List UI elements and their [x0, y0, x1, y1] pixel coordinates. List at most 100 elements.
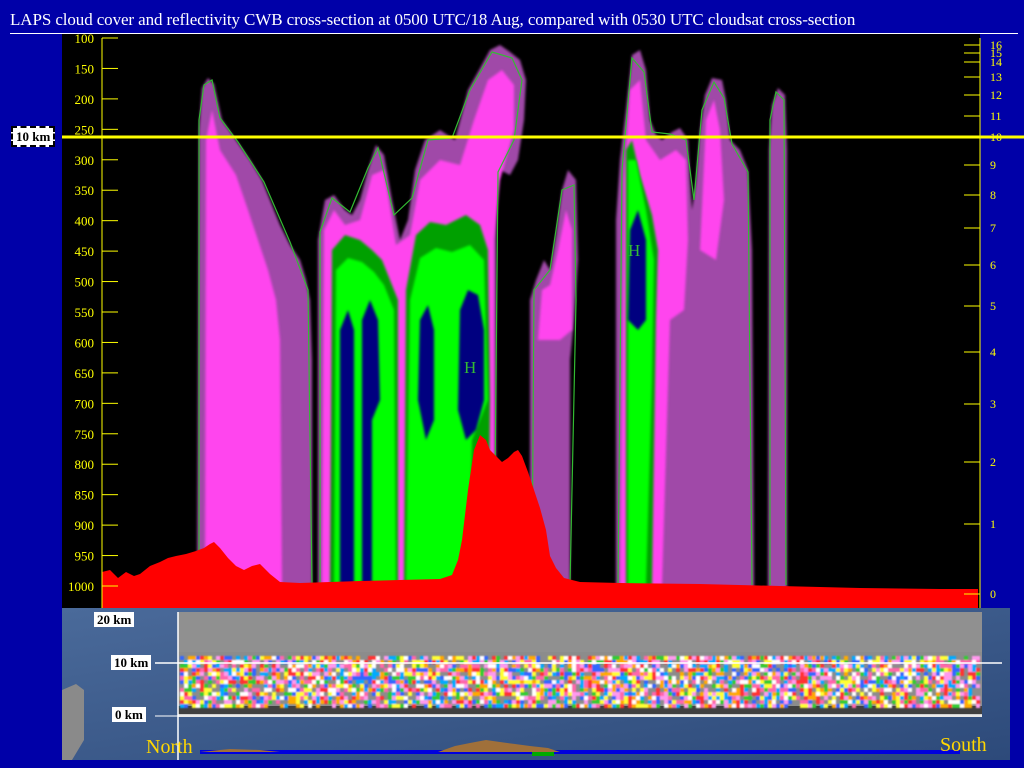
radar-echo-cell [344, 704, 348, 708]
radar-echo-cell [572, 704, 576, 708]
radar-echo-cell [228, 704, 232, 708]
radar-echo-cell [520, 696, 524, 700]
radar-echo-cell [396, 680, 400, 684]
radar-echo-cell [792, 672, 796, 676]
radar-echo-cell [552, 668, 556, 672]
radar-echo-cell [188, 664, 192, 668]
radar-echo-cell [840, 704, 844, 708]
radar-echo-cell [828, 672, 832, 676]
radar-echo-cell [552, 672, 556, 676]
radar-echo-cell [888, 680, 892, 684]
radar-echo-cell [508, 700, 512, 704]
radar-echo-cell [740, 688, 744, 692]
radar-echo-cell [472, 668, 476, 672]
radar-echo-cell [336, 684, 340, 688]
radar-echo-cell [676, 704, 680, 708]
radar-echo-cell [844, 680, 848, 684]
radar-echo-cell [880, 680, 884, 684]
radar-echo-cell [644, 680, 648, 684]
radar-echo-cell [732, 696, 736, 700]
radar-echo-cell [592, 688, 596, 692]
radar-echo-cell [572, 684, 576, 688]
radar-echo-cell [972, 700, 976, 704]
radar-echo-cell [488, 668, 492, 672]
radar-echo-cell [740, 692, 744, 696]
radar-echo-cell [180, 688, 184, 692]
radar-echo-cell [444, 668, 448, 672]
radar-echo-cell [608, 692, 612, 696]
radar-echo-cell [800, 680, 804, 684]
radar-echo-cell [360, 696, 364, 700]
radar-echo-cell [488, 696, 492, 700]
radar-echo-cell [472, 676, 476, 680]
radar-echo-cell [428, 680, 432, 684]
radar-echo-cell [580, 680, 584, 684]
radar-echo-cell [860, 692, 864, 696]
radar-echo-cell [972, 676, 976, 680]
radar-echo-cell [936, 680, 940, 684]
radar-echo-cell [552, 692, 556, 696]
radar-echo-cell [460, 704, 464, 708]
radar-echo-cell [716, 676, 720, 680]
radar-echo-cell [504, 672, 508, 676]
radar-echo-cell [628, 704, 632, 708]
radar-echo-cell [672, 656, 676, 660]
radar-echo-cell [416, 668, 420, 672]
radar-echo-cell [804, 672, 808, 676]
radar-echo-cell [616, 688, 620, 692]
radar-echo-cell [904, 684, 908, 688]
radar-echo-cell [192, 696, 196, 700]
radar-echo-cell [280, 704, 284, 708]
radar-echo-cell [492, 692, 496, 696]
radar-echo-cell [180, 680, 184, 684]
radar-echo-cell [700, 704, 704, 708]
radar-echo-cell [704, 668, 708, 672]
radar-echo-cell [484, 696, 488, 700]
radar-echo-cell [728, 704, 732, 708]
radar-echo-cell [580, 688, 584, 692]
radar-echo-cell [924, 672, 928, 676]
radar-echo-cell [816, 656, 820, 660]
radar-echo-cell [660, 656, 664, 660]
radar-echo-cell [800, 692, 804, 696]
radar-echo-cell [952, 704, 956, 708]
radar-echo-cell [800, 656, 804, 660]
radar-echo-cell [860, 700, 864, 704]
radar-echo-cell [572, 692, 576, 696]
radar-echo-cell [308, 692, 312, 696]
radar-echo-cell [508, 680, 512, 684]
radar-echo-cell [688, 700, 692, 704]
radar-echo-cell [284, 668, 288, 672]
radar-echo-cell [284, 676, 288, 680]
radar-echo-cell [804, 704, 808, 708]
radar-echo-cell [900, 668, 904, 672]
radar-echo-cell [484, 672, 488, 676]
radar-echo-cell [520, 672, 524, 676]
radar-echo-cell [300, 680, 304, 684]
radar-echo-cell [468, 664, 472, 668]
radar-echo-cell [456, 684, 460, 688]
radar-echo-cell [288, 672, 292, 676]
radar-echo-cell [620, 696, 624, 700]
radar-echo-cell [652, 700, 656, 704]
radar-echo-cell [816, 692, 820, 696]
radar-echo-cell [412, 676, 416, 680]
ground-track [200, 750, 960, 754]
radar-echo-cell [900, 672, 904, 676]
radar-echo-cell [920, 696, 924, 700]
radar-echo-cell [220, 672, 224, 676]
radar-echo-cell [884, 680, 888, 684]
radar-echo-cell [336, 656, 340, 660]
radar-echo-cell [292, 668, 296, 672]
radar-echo-cell [452, 676, 456, 680]
radar-echo-cell [884, 688, 888, 692]
radar-echo-cell [352, 700, 356, 704]
radar-echo-cell [240, 676, 244, 680]
radar-echo-cell [196, 700, 200, 704]
radar-echo-cell [700, 664, 704, 668]
radar-echo-cell [584, 684, 588, 688]
radar-echo-cell [676, 692, 680, 696]
radar-echo-cell [684, 668, 688, 672]
radar-echo-cell [424, 676, 428, 680]
radar-echo-cell [372, 692, 376, 696]
